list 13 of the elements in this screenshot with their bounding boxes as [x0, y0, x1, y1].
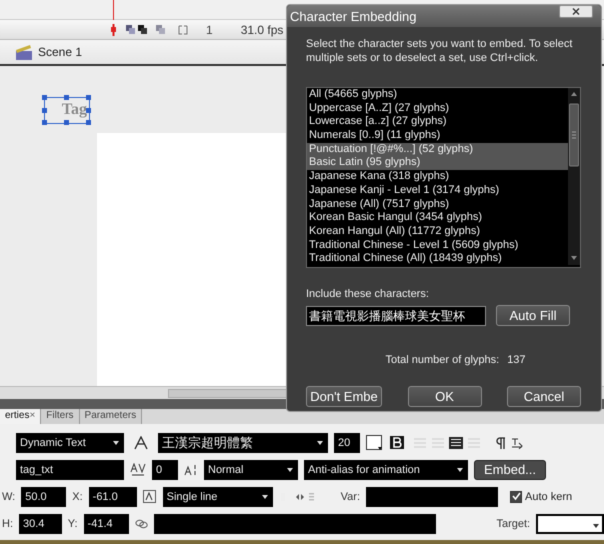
target-label: Target:: [496, 518, 530, 530]
dialog-title: Character Embedding: [290, 8, 416, 24]
width-label: W:: [2, 490, 16, 502]
x-label: X:: [72, 490, 83, 502]
y-label: Y:: [68, 518, 78, 530]
total-glyphs-label: Total number of glyphs:: [385, 354, 500, 366]
frame-rate: 31.0 fps: [240, 22, 284, 36]
total-glyphs-value: 137: [507, 354, 526, 366]
include-label: Include these characters:: [306, 288, 430, 300]
height-label: H:: [2, 518, 13, 530]
var-label: Var:: [340, 490, 360, 502]
instructions-text: Select the character sets you want to embed. To select multiple sets or to deselect a set, use Ctrl+click.: [306, 37, 574, 65]
frame-number: 1: [206, 22, 213, 36]
